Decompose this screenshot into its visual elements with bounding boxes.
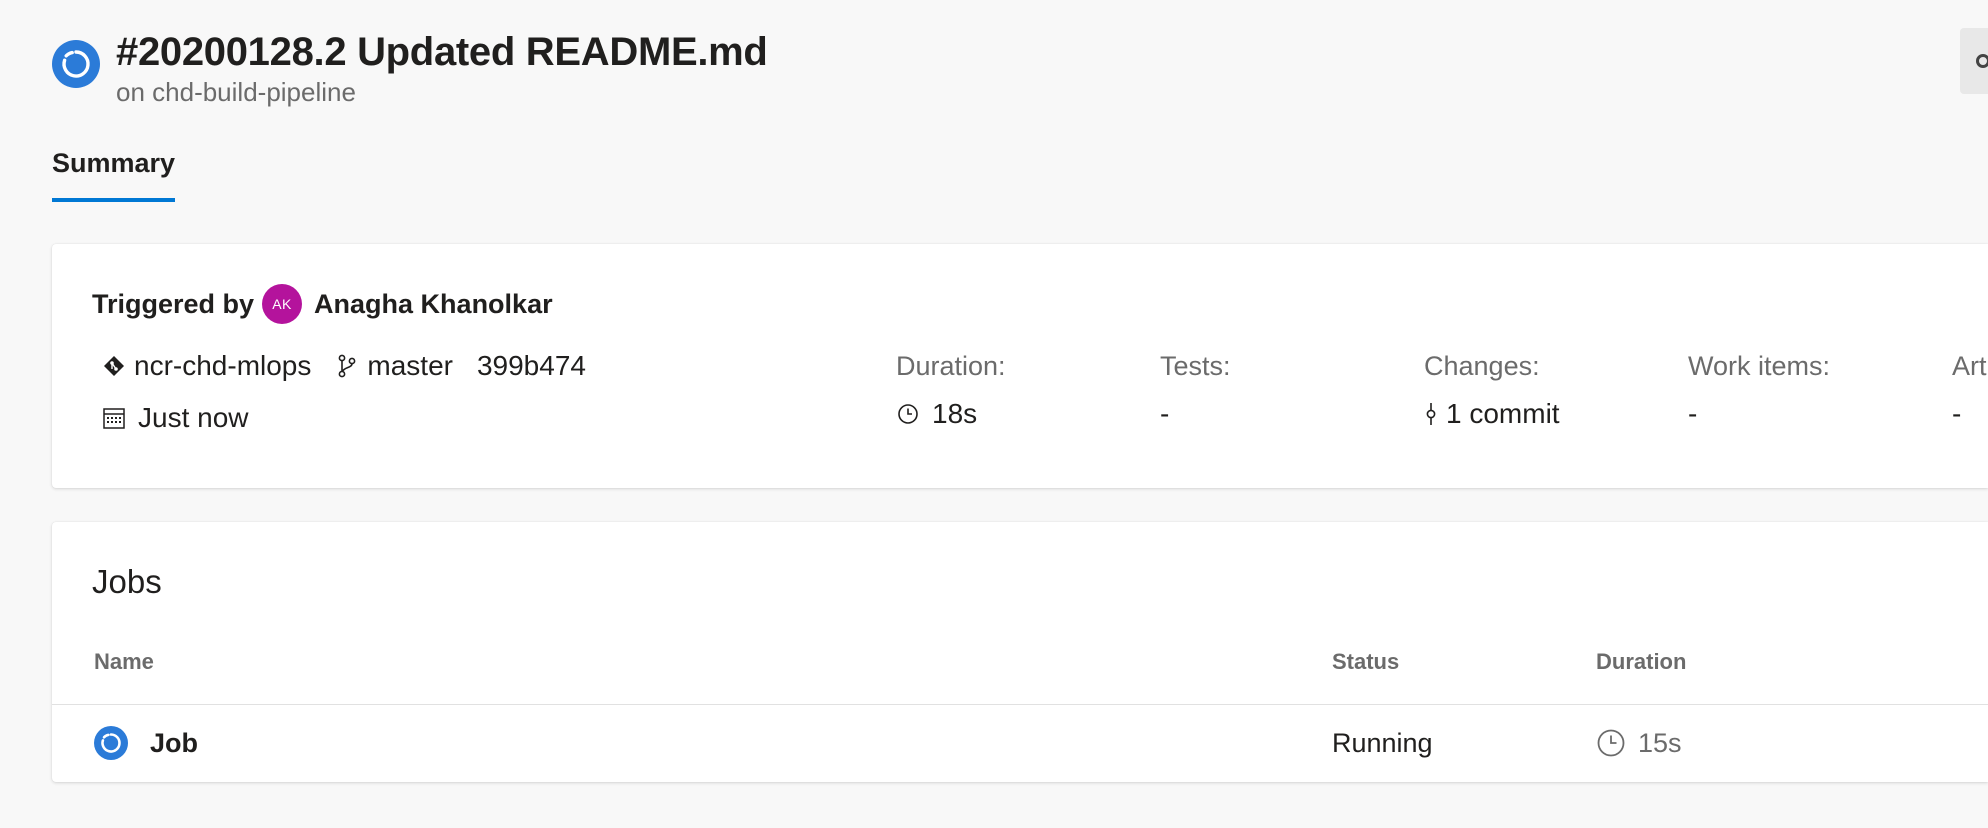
changes-link[interactable]: 1 commit	[1446, 398, 1560, 430]
page-header: #20200128.2 Updated README.md on chd-bui…	[52, 28, 1988, 108]
avatar[interactable]: AK	[262, 284, 303, 324]
stat-duration-label: Duration:	[896, 351, 1006, 381]
commit-id-link[interactable]: 399b474	[477, 350, 586, 382]
run-time: Just now	[102, 400, 249, 436]
branch-link[interactable]: master	[367, 350, 453, 382]
source-info: ncr-chd-mlops master 399b474	[102, 348, 586, 384]
user-name[interactable]: Anagha Khanolkar	[314, 289, 553, 320]
triggered-by: Triggered by AK Anagha Khanolkar	[92, 284, 553, 324]
job-duration-value: 15s	[1638, 728, 1682, 758]
stat-tests-value: -	[1160, 398, 1170, 429]
page-title: #20200128.2 Updated README.md	[116, 30, 768, 74]
stat-work-items-label: Work items:	[1688, 351, 1831, 381]
more-icon	[1976, 54, 1988, 68]
stat-artifacts-label: Art	[1952, 351, 1987, 381]
stat-changes: Changes: 1 commit	[1424, 350, 1560, 430]
tab-bar: Summary	[52, 146, 176, 212]
job-name: Job	[150, 728, 199, 758]
clock-icon	[896, 402, 920, 426]
jobs-card: Jobs Name Status Duration Job Running 15…	[52, 522, 1988, 782]
table-row[interactable]: Job Running 15s	[52, 705, 1988, 782]
column-header-duration: Duration	[1596, 649, 1687, 674]
stat-duration-value: 18s	[932, 398, 978, 429]
pipeline-name: on chd-build-pipeline	[116, 77, 356, 107]
repo-icon	[102, 354, 126, 378]
job-status: Running	[1332, 728, 1433, 758]
commit-icon	[1424, 402, 1438, 426]
running-status-icon	[52, 40, 100, 88]
stat-work-items-value: -	[1688, 398, 1698, 429]
column-header-name: Name	[94, 649, 154, 674]
stat-tests-label: Tests:	[1160, 351, 1231, 381]
clock-icon	[1596, 728, 1626, 758]
branch-icon	[335, 354, 359, 378]
more-actions-button[interactable]	[1960, 28, 1988, 94]
stat-tests: Tests: -	[1160, 350, 1231, 430]
running-status-icon	[94, 726, 128, 760]
column-header-status: Status	[1332, 649, 1400, 674]
stat-duration: Duration: 18s	[896, 350, 1006, 430]
repo-link[interactable]: ncr-chd-mlops	[134, 350, 311, 382]
stat-changes-label: Changes:	[1424, 351, 1540, 381]
tab-summary[interactable]: Summary	[52, 146, 176, 202]
tab-selected-indicator	[52, 198, 176, 202]
jobs-heading: Jobs	[92, 563, 162, 600]
summary-card: Triggered by AK Anagha Khanolkar ncr-chd…	[52, 244, 1988, 488]
stat-artifacts-value: -	[1952, 398, 1962, 429]
triggered-by-label: Triggered by	[92, 288, 255, 319]
stat-work-items: Work items: -	[1688, 350, 1830, 430]
run-time-text: Just now	[138, 402, 249, 433]
job-duration: 15s	[1596, 725, 1682, 761]
stat-artifacts: Art -	[1952, 350, 1987, 430]
tab-summary-label: Summary	[52, 148, 176, 178]
calendar-icon	[102, 406, 126, 430]
